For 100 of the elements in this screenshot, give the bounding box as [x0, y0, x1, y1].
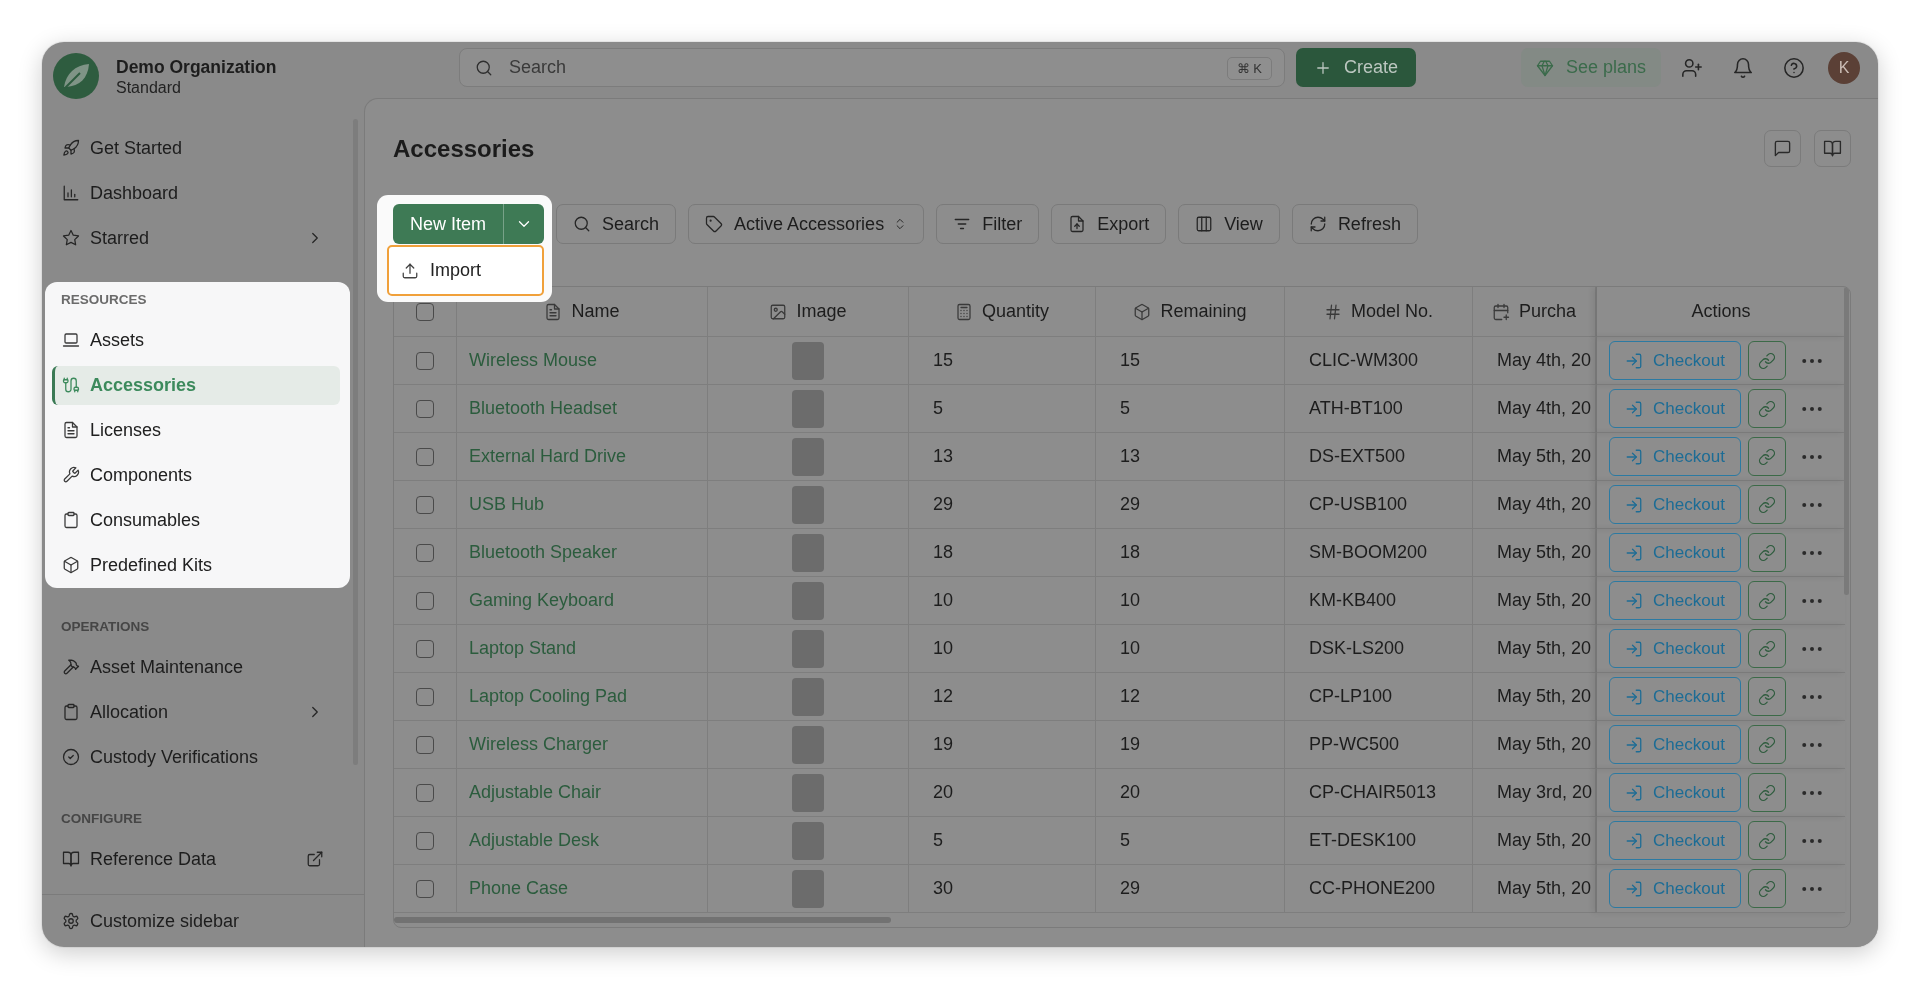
- toolbar-button[interactable]: View: [1178, 204, 1280, 244]
- sidebar-nav-item[interactable]: Dashboard: [52, 173, 340, 213]
- more-icon[interactable]: [1802, 742, 1822, 747]
- toolbar-button[interactable]: Export: [1051, 204, 1167, 244]
- link-button[interactable]: [1748, 773, 1786, 812]
- new-item-dropdown-button[interactable]: [503, 204, 545, 244]
- row-checkbox[interactable]: [416, 687, 434, 706]
- sidebar-nav-item[interactable]: Custody Verifications: [52, 737, 340, 777]
- horizontal-scrollbar[interactable]: [394, 917, 891, 923]
- sidebar-nav-item[interactable]: Accessories: [52, 365, 340, 405]
- add-user-icon[interactable]: [1681, 56, 1703, 79]
- item-name-link[interactable]: Bluetooth Headset: [469, 398, 618, 419]
- toolbar-button[interactable]: Search: [556, 204, 677, 244]
- row-checkbox[interactable]: [416, 543, 434, 562]
- item-name-link[interactable]: External Hard Drive: [469, 446, 627, 467]
- dropdown-select[interactable]: Active Accessories: [688, 204, 925, 244]
- link-button[interactable]: [1748, 725, 1786, 764]
- link-button[interactable]: [1748, 389, 1786, 428]
- row-checkbox[interactable]: [416, 735, 434, 754]
- more-icon[interactable]: [1802, 502, 1822, 507]
- sidebar-nav-item[interactable]: Predefined Kits: [52, 545, 340, 585]
- item-name-link[interactable]: Laptop Stand: [469, 638, 577, 659]
- user-avatar[interactable]: K: [1828, 51, 1860, 84]
- more-icon[interactable]: [1802, 454, 1822, 459]
- link-button[interactable]: [1748, 341, 1786, 380]
- help-icon[interactable]: [1783, 56, 1805, 79]
- sidebar-nav-item[interactable]: Starred: [52, 218, 340, 258]
- row-checkbox[interactable]: [416, 783, 434, 802]
- item-name-link[interactable]: Bluetooth Speaker: [469, 542, 618, 563]
- checkout-button[interactable]: Checkout: [1609, 725, 1741, 764]
- item-name-link[interactable]: Phone Case: [469, 878, 569, 899]
- column-header: Purcha: [1518, 301, 1576, 322]
- sidebar-nav-item[interactable]: Licenses: [52, 410, 340, 450]
- item-name-link[interactable]: Adjustable Chair: [469, 782, 602, 803]
- row-checkbox[interactable]: [416, 639, 434, 658]
- item-name-link[interactable]: Gaming Keyboard: [469, 590, 615, 611]
- comments-button[interactable]: [1764, 130, 1801, 167]
- sidebar-nav-item[interactable]: Consumables: [52, 500, 340, 540]
- checkout-button[interactable]: Checkout: [1609, 773, 1741, 812]
- select-all-checkbox[interactable]: [416, 302, 434, 321]
- login-arrow-icon: [1625, 783, 1644, 802]
- checkout-button[interactable]: Checkout: [1609, 437, 1741, 476]
- item-name-link[interactable]: Laptop Cooling Pad: [469, 686, 628, 707]
- more-icon[interactable]: [1802, 790, 1822, 795]
- link-button[interactable]: [1748, 677, 1786, 716]
- row-checkbox[interactable]: [416, 399, 434, 418]
- bar-chart-icon: [62, 184, 80, 202]
- row-checkbox[interactable]: [416, 591, 434, 610]
- checkout-button[interactable]: Checkout: [1609, 581, 1741, 620]
- checkout-button[interactable]: Checkout: [1609, 869, 1741, 908]
- item-name-link[interactable]: Wireless Mouse: [469, 350, 598, 371]
- link-button[interactable]: [1748, 485, 1786, 524]
- row-checkbox[interactable]: [416, 495, 434, 514]
- row-checkbox[interactable]: [416, 831, 434, 850]
- more-icon[interactable]: [1802, 358, 1822, 363]
- more-icon[interactable]: [1802, 406, 1822, 411]
- more-icon[interactable]: [1802, 838, 1822, 843]
- see-plans-button[interactable]: See plans: [1520, 48, 1661, 87]
- more-icon[interactable]: [1802, 550, 1822, 555]
- customize-sidebar-button[interactable]: Customize sidebar: [52, 901, 256, 941]
- checkout-button[interactable]: Checkout: [1609, 341, 1741, 380]
- check-circle-icon: [62, 748, 80, 766]
- item-name-link[interactable]: Adjustable Desk: [469, 830, 600, 851]
- more-icon[interactable]: [1802, 598, 1822, 603]
- create-button[interactable]: Create: [1296, 48, 1417, 87]
- section-heading: CONFIGURE: [60, 809, 143, 828]
- link-button[interactable]: [1748, 821, 1786, 860]
- row-checkbox[interactable]: [416, 879, 434, 898]
- toolbar-button[interactable]: Refresh: [1291, 204, 1418, 244]
- checkout-button[interactable]: Checkout: [1609, 485, 1741, 524]
- more-icon[interactable]: [1802, 646, 1822, 651]
- dropdown-menu-item[interactable]: Import: [387, 245, 544, 296]
- sidebar-nav-item[interactable]: Reference Data: [52, 839, 340, 879]
- link-button[interactable]: [1748, 533, 1786, 572]
- row-checkbox[interactable]: [416, 351, 434, 370]
- checkout-button[interactable]: Checkout: [1609, 629, 1741, 668]
- guide-button[interactable]: [1814, 130, 1851, 167]
- table-cell: CLIC-WM300: [1285, 337, 1473, 385]
- more-icon[interactable]: [1802, 886, 1822, 891]
- checkout-button[interactable]: Checkout: [1609, 821, 1741, 860]
- more-icon[interactable]: [1802, 694, 1822, 699]
- item-name-link[interactable]: Wireless Charger: [469, 734, 609, 755]
- item-name-link[interactable]: USB Hub: [469, 494, 545, 515]
- link-button[interactable]: [1748, 581, 1786, 620]
- sidebar-nav-item[interactable]: Allocation: [52, 692, 340, 732]
- bell-icon[interactable]: [1732, 56, 1754, 79]
- toolbar-button[interactable]: Filter: [936, 204, 1040, 244]
- sidebar-nav-item[interactable]: Components: [52, 455, 340, 495]
- sidebar-nav-item[interactable]: Assets: [52, 320, 340, 360]
- new-item-button[interactable]: New Item: [393, 204, 504, 244]
- link-button[interactable]: [1748, 629, 1786, 668]
- sidebar-nav-item[interactable]: Asset Maintenance: [52, 647, 340, 687]
- row-checkbox[interactable]: [416, 447, 434, 466]
- checkout-button[interactable]: Checkout: [1609, 533, 1741, 572]
- table-cell: CC-PHONE200: [1285, 865, 1473, 913]
- checkout-button[interactable]: Checkout: [1609, 677, 1741, 716]
- sidebar-nav-item[interactable]: Get Started: [52, 128, 340, 168]
- link-button[interactable]: [1748, 437, 1786, 476]
- link-button[interactable]: [1748, 869, 1786, 908]
- checkout-button[interactable]: Checkout: [1609, 389, 1741, 428]
